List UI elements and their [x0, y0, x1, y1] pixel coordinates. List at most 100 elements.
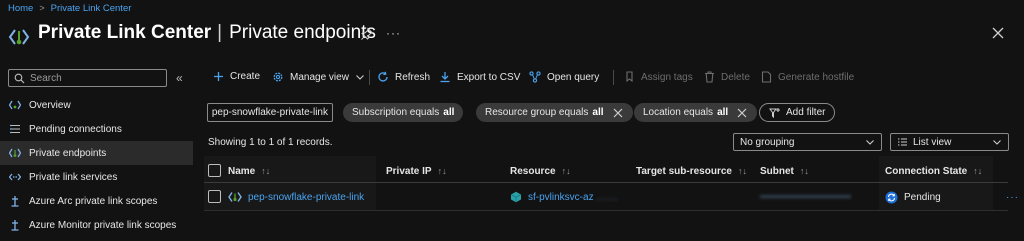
sidebar-item-overview[interactable]: Overview	[0, 93, 193, 117]
filter-name-value: pep-snowflake-private-link	[211, 107, 328, 118]
column-header-resource[interactable]: Resource ↑↓	[510, 160, 571, 182]
filter-pill-location[interactable]: Location equals all	[634, 103, 758, 122]
page-title-divider: |	[217, 22, 223, 43]
generate-hostfile-label: Generate hostfile	[778, 71, 855, 83]
page-title-sub: Private endpoints	[229, 22, 376, 43]
table-row-resource-cell: sf-pvlinksvc-az ........	[510, 189, 618, 205]
column-header-private-ip[interactable]: Private IP ↑↓	[386, 160, 447, 182]
add-filter-icon	[769, 107, 780, 118]
view-value: List view	[913, 136, 952, 148]
assign-tags-button[interactable]: Assign tags	[624, 71, 693, 83]
refresh-icon	[378, 71, 388, 82]
breadcrumb-separator: >	[39, 3, 45, 13]
sidebar-item-pending-connections[interactable]: Pending connections	[0, 117, 193, 141]
view-dropdown[interactable]: List view	[890, 133, 1009, 151]
link-services-icon	[9, 171, 21, 183]
sidebar-item-private-link-services[interactable]: Private link services	[0, 165, 193, 189]
create-label: Create	[230, 71, 261, 82]
sidebar-item-label: Overview	[29, 99, 71, 111]
close-icon[interactable]	[612, 107, 624, 119]
sidebar-search-placeholder: Search	[30, 72, 62, 84]
column-header-target-sub-resource[interactable]: Target sub-resource ↑↓	[636, 160, 747, 182]
toolbar-divider	[369, 70, 370, 85]
collapse-sidebar-button[interactable]: «	[176, 71, 183, 85]
connection-state-value: Pending	[904, 191, 941, 203]
filter-name-input[interactable]: pep-snowflake-private-link	[207, 103, 333, 122]
sort-icon: ↑↓	[437, 166, 447, 176]
refresh-button[interactable]: Refresh	[377, 71, 430, 83]
sidebar-item-label: Azure Monitor private link scopes	[29, 219, 177, 231]
resource-link[interactable]: sf-pvlinksvc-az	[528, 192, 594, 203]
pending-sync-icon	[885, 191, 898, 203]
pin-icon[interactable]	[360, 27, 374, 41]
resource-cube-icon	[510, 191, 522, 203]
tag-icon	[626, 71, 633, 83]
sidebar-item-azure-monitor-scopes[interactable]: Azure Monitor private link scopes	[0, 213, 193, 237]
page-title-main: Private Link Center	[38, 22, 212, 43]
table-header-divider	[204, 182, 1008, 183]
sort-icon: ↑↓	[561, 166, 571, 176]
assign-tags-label: Assign tags	[641, 71, 693, 83]
sidebar-item-label: Pending connections	[29, 123, 122, 135]
column-label: Connection State	[885, 165, 968, 177]
sidebar-search-input[interactable]: Search	[8, 69, 167, 87]
breadcrumb: Home > Private Link Center	[8, 2, 131, 14]
list-icon	[9, 123, 21, 135]
gear-icon	[273, 72, 283, 82]
column-header-subnet[interactable]: Subnet ↑↓	[760, 160, 809, 182]
sort-icon: ↑↓	[799, 166, 809, 176]
toolbar-divider	[613, 70, 614, 85]
sort-icon: ↑↓	[737, 166, 747, 176]
resource-redacted: ........	[595, 191, 618, 203]
list-view-icon	[898, 138, 907, 146]
download-icon	[440, 72, 450, 83]
query-icon	[529, 71, 541, 83]
manage-view-label: Manage view	[290, 71, 349, 83]
chevron-down-icon	[356, 75, 364, 80]
filter-pill-label: Location equals	[643, 107, 714, 118]
sort-icon: ↑↓	[973, 166, 983, 176]
table-row-state-cell: Pending	[885, 189, 941, 205]
more-options-button[interactable]: ···	[386, 26, 401, 40]
table-row-subnet-cell: ••••••••••••••••••••••••••	[760, 189, 851, 205]
subnet-redacted[interactable]: ••••••••••••••••••••••••••	[760, 192, 851, 203]
column-label: Private IP	[386, 165, 432, 177]
filter-pill-label: Subscription equals	[352, 107, 440, 118]
row-checkbox[interactable]	[208, 190, 221, 203]
filter-pill-value: all	[443, 107, 455, 118]
column-label: Resource	[510, 165, 556, 177]
breadcrumb-current-link[interactable]: Private Link Center	[51, 3, 132, 14]
table-row-name-cell: pep-snowflake-private-link	[228, 189, 364, 205]
sidebar-item-label: Private link services	[29, 171, 118, 183]
file-icon	[761, 71, 772, 83]
sidebar-item-azure-arc-scopes[interactable]: Azure Arc private link scopes	[0, 189, 193, 213]
column-header-name[interactable]: Name ↑↓	[228, 160, 270, 182]
sidebar-item-private-endpoints[interactable]: Private endpoints	[0, 141, 193, 165]
grouping-value: No grouping	[740, 136, 795, 148]
manage-view-button[interactable]: Manage view	[272, 71, 365, 83]
grouping-dropdown[interactable]: No grouping	[733, 133, 882, 151]
close-icon[interactable]	[991, 26, 1005, 40]
select-all-checkbox[interactable]	[208, 164, 221, 177]
generate-hostfile-button[interactable]: Generate hostfile	[761, 71, 854, 83]
delete-button[interactable]: Delete	[704, 71, 750, 83]
close-icon[interactable]	[736, 107, 748, 119]
chevron-down-icon	[993, 140, 1001, 145]
refresh-label: Refresh	[395, 71, 431, 83]
add-filter-label: Add filter	[786, 107, 826, 118]
row-more-button[interactable]: ···	[1006, 189, 1019, 205]
scope-icon	[9, 195, 21, 207]
filter-pill-value: all	[592, 107, 604, 118]
breadcrumb-home-link[interactable]: Home	[8, 3, 33, 14]
create-button[interactable]: Create	[213, 71, 260, 82]
add-filter-button[interactable]: Add filter	[759, 103, 836, 122]
export-csv-button[interactable]: Export to CSV	[439, 71, 520, 83]
endpoint-name-link[interactable]: pep-snowflake-private-link	[248, 192, 364, 203]
open-query-button[interactable]: Open query	[529, 71, 599, 83]
filter-pill-subscription[interactable]: Subscription equals all	[343, 103, 464, 122]
column-header-connection-state[interactable]: Connection State ↑↓	[885, 160, 982, 182]
column-label: Name	[228, 165, 256, 177]
sidebar-item-label: Private endpoints	[29, 147, 107, 159]
filter-pill-resource-group[interactable]: Resource group equals all	[476, 103, 633, 122]
plus-icon	[214, 72, 223, 81]
